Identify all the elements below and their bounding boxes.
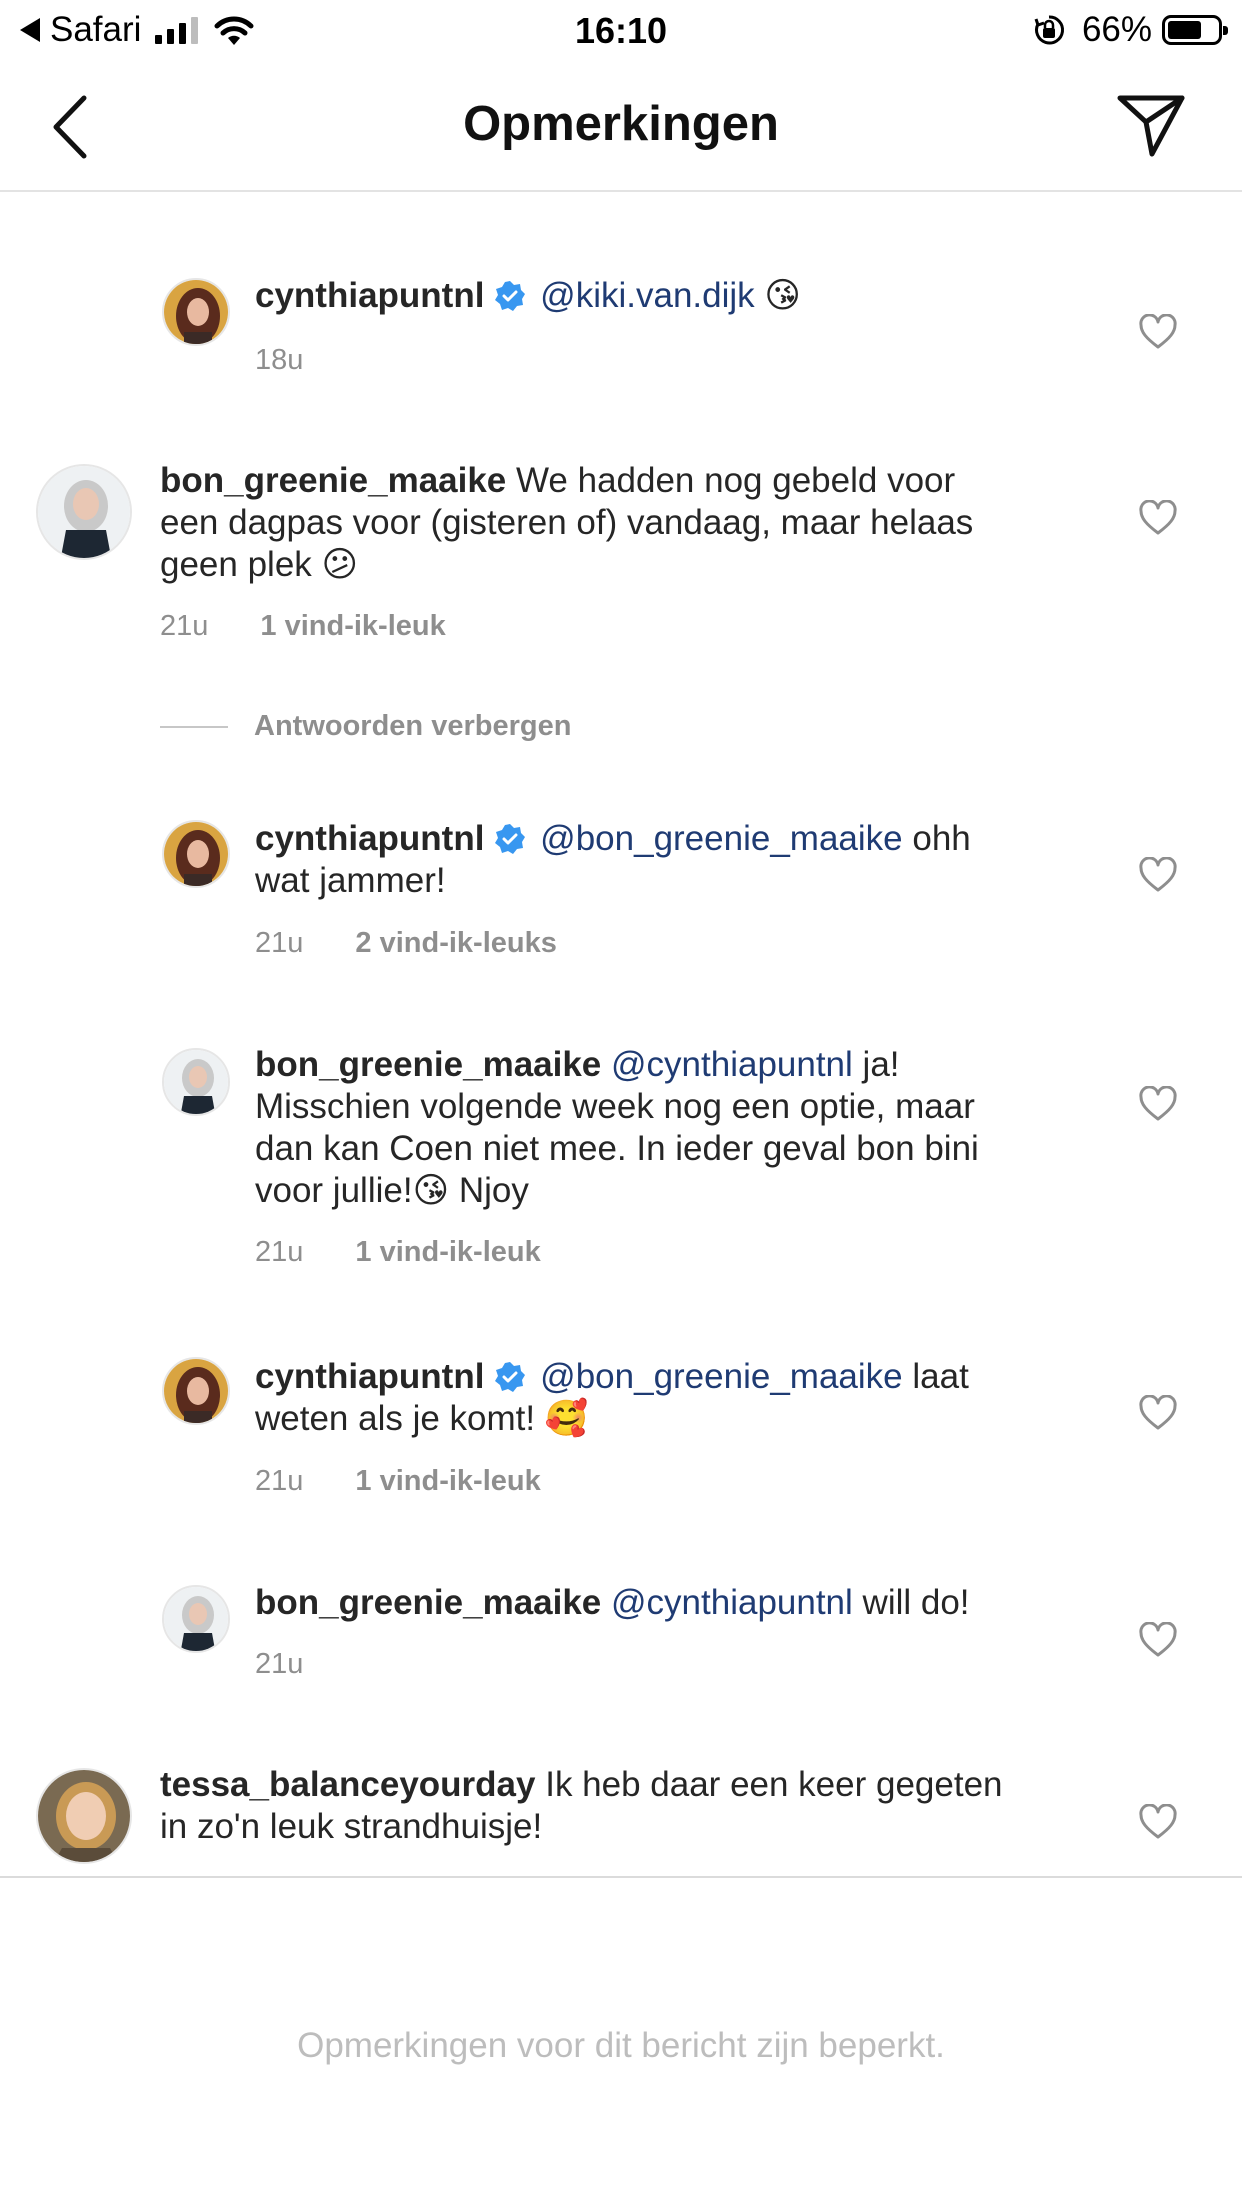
comment-emoji: 😘 bbox=[412, 1171, 450, 1211]
comment-username[interactable]: tessa_balanceyourday bbox=[160, 1765, 535, 1804]
comment-time: 21u bbox=[160, 610, 209, 642]
comment-mention[interactable]: @bon_greenie_maaike bbox=[540, 819, 902, 858]
verified-badge-icon bbox=[495, 281, 526, 311]
avatar-maaike-image bbox=[164, 1050, 228, 1114]
comment-time: 18u bbox=[255, 344, 304, 376]
comment-text: Misschien volgende week nog een optie, m… bbox=[255, 1087, 975, 1126]
comment-likes[interactable]: 1 vind-ik-leuk bbox=[355, 1465, 540, 1498]
avatar-cynthia-image bbox=[164, 1359, 228, 1423]
avatar[interactable] bbox=[162, 1357, 230, 1425]
battery-icon bbox=[1162, 15, 1228, 45]
send-direct-icon[interactable] bbox=[1116, 92, 1186, 158]
avatar[interactable] bbox=[162, 278, 230, 346]
avatar-tessa-image bbox=[38, 1770, 130, 1862]
comment-text: een dagpas voor (gisteren of) vandaag, m… bbox=[160, 503, 974, 542]
comment-username[interactable]: cynthiapuntnl bbox=[255, 819, 484, 858]
like-heart-icon[interactable] bbox=[1138, 1622, 1178, 1658]
avatar-maaike-image bbox=[38, 466, 130, 558]
like-heart-icon[interactable] bbox=[1138, 1086, 1178, 1122]
battery-percent: 66% bbox=[1081, 10, 1152, 49]
comment-likes[interactable]: 2 vind-ik-leuks bbox=[355, 927, 556, 960]
comment-meta: 21u 1 vind-ik-leuk bbox=[255, 1465, 541, 1498]
comment-mention[interactable]: @kiki.van.dijk bbox=[540, 276, 754, 315]
avatar[interactable] bbox=[162, 1585, 230, 1653]
comment-text: ja! bbox=[862, 1045, 900, 1084]
comment-text: wat jammer! bbox=[255, 861, 446, 900]
hide-replies-label: Antwoorden verbergen bbox=[254, 710, 572, 742]
comment-username[interactable]: bon_greenie_maaike bbox=[255, 1583, 601, 1622]
comment-text: We hadden nog gebeld voor bbox=[516, 461, 956, 500]
like-heart-icon[interactable] bbox=[1138, 857, 1178, 893]
rotation-lock-icon bbox=[1034, 15, 1064, 45]
comment-emoji: 🥰 bbox=[544, 1399, 589, 1439]
page-title: Opmerkingen bbox=[463, 97, 779, 151]
comment-time: 21u bbox=[255, 1648, 304, 1680]
comment-meta: 21u 1 vind-ik-leuk bbox=[255, 1236, 541, 1269]
comment-text: will do! bbox=[862, 1583, 970, 1622]
avatar[interactable] bbox=[162, 820, 230, 888]
comment-emoji: 😕 bbox=[321, 545, 359, 585]
comment-username[interactable]: bon_greenie_maaike bbox=[255, 1045, 601, 1084]
header: Opmerkingen bbox=[0, 62, 1242, 192]
avatar[interactable] bbox=[162, 1048, 230, 1116]
comment-likes[interactable]: 1 vind-ik-leuk bbox=[355, 1236, 540, 1269]
comment-time: 21u bbox=[255, 1465, 304, 1497]
like-heart-icon[interactable] bbox=[1138, 1804, 1178, 1840]
comment-text: weten als je komt! bbox=[255, 1399, 536, 1438]
comment-emoji: 😘 bbox=[764, 276, 801, 316]
verified-badge-icon bbox=[495, 1362, 526, 1392]
comment-meta: 21u 2 vind-ik-leuks bbox=[255, 927, 557, 960]
comment-meta: 21u bbox=[255, 1648, 303, 1681]
comment-username[interactable]: bon_greenie_maaike bbox=[160, 461, 506, 500]
like-heart-icon[interactable] bbox=[1138, 314, 1178, 350]
comment-text: voor jullie! bbox=[255, 1171, 413, 1210]
comment-username[interactable]: cynthiapuntnl bbox=[255, 276, 484, 315]
comments-restricted-footer: Opmerkingen voor dit bericht zijn beperk… bbox=[0, 1876, 1242, 2208]
comment-time: 21u bbox=[255, 927, 304, 959]
comment-mention[interactable]: @bon_greenie_maaike bbox=[540, 1357, 902, 1396]
comment-time: 21u bbox=[255, 1236, 304, 1268]
avatar[interactable] bbox=[36, 464, 132, 560]
comment-meta: 21u 1 vind-ik-leuk bbox=[160, 610, 446, 643]
comment-likes[interactable]: 1 vind-ik-leuk bbox=[260, 610, 445, 643]
comment-text: laat bbox=[912, 1357, 969, 1396]
comment-meta: 18u bbox=[255, 344, 303, 377]
like-heart-icon[interactable] bbox=[1138, 500, 1178, 536]
comment-text: in zo'n leuk strandhuisje! bbox=[160, 1807, 543, 1846]
status-bar: Safari 16:10 66% bbox=[0, 0, 1242, 62]
comment-text: Njoy bbox=[458, 1171, 529, 1210]
hide-replies-button[interactable]: Antwoorden verbergen bbox=[160, 710, 571, 743]
restricted-message: Opmerkingen voor dit bericht zijn beperk… bbox=[297, 2026, 945, 2065]
comment-text: ohh bbox=[912, 819, 971, 858]
comment-mention[interactable]: @cynthiapuntnl bbox=[611, 1583, 853, 1622]
like-heart-icon[interactable] bbox=[1138, 1395, 1178, 1431]
comment-text: dan kan Coen niet mee. In ieder geval bo… bbox=[255, 1129, 979, 1168]
comment-username[interactable]: cynthiapuntnl bbox=[255, 1357, 484, 1396]
divider bbox=[160, 725, 228, 728]
comment-text: Ik heb daar een keer gegeten bbox=[545, 1765, 1003, 1804]
avatar[interactable] bbox=[36, 1768, 132, 1864]
avatar-cynthia-image bbox=[164, 280, 228, 344]
status-right: 66% bbox=[1032, 10, 1228, 50]
avatar-maaike-image bbox=[164, 1587, 228, 1651]
comment-text: geen plek bbox=[160, 545, 312, 584]
verified-badge-icon bbox=[495, 824, 526, 854]
avatar-cynthia-image bbox=[164, 822, 228, 886]
comment-mention[interactable]: @cynthiapuntnl bbox=[611, 1045, 853, 1084]
